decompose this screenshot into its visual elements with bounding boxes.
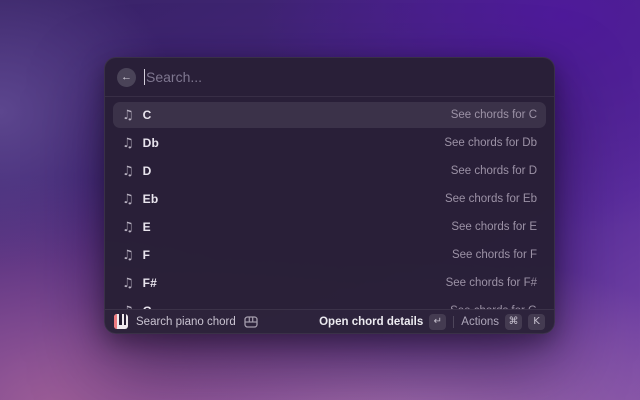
row-subtitle: See chords for F# bbox=[446, 277, 537, 289]
actions-label: Actions bbox=[461, 316, 499, 328]
list-item[interactable]: ♫ F See chords for F bbox=[113, 242, 546, 268]
list-item[interactable]: ♫ D See chords for D bbox=[113, 158, 546, 184]
music-note-icon: ♫ bbox=[122, 193, 134, 206]
music-note-icon: ♫ bbox=[122, 137, 134, 150]
list-item[interactable]: ♫ C See chords for C bbox=[113, 102, 546, 128]
footer: Search piano chord Open chord details ↵ … bbox=[105, 309, 554, 333]
piano-icon bbox=[244, 316, 258, 328]
list-item[interactable]: ♫ Eb See chords for Eb bbox=[113, 186, 546, 212]
list-item[interactable]: ♫ G See chords for G bbox=[113, 298, 546, 309]
music-note-icon: ♫ bbox=[122, 109, 134, 122]
note-name: F# bbox=[143, 276, 157, 290]
row-subtitle: See chords for D bbox=[451, 165, 537, 177]
row-subtitle: See chords for C bbox=[451, 109, 537, 121]
search-header: ← bbox=[105, 58, 554, 97]
text-caret bbox=[144, 69, 145, 85]
footer-divider bbox=[453, 316, 454, 328]
list-item[interactable]: ♫ E See chords for E bbox=[113, 214, 546, 240]
music-note-icon: ♫ bbox=[122, 221, 134, 234]
extension-logo-icon bbox=[114, 314, 128, 329]
music-note-icon: ♫ bbox=[122, 277, 134, 290]
enter-key-icon: ↵ bbox=[429, 314, 446, 330]
row-subtitle: See chords for F bbox=[452, 249, 537, 261]
list-item[interactable]: ♫ Db See chords for Db bbox=[113, 130, 546, 156]
note-name: E bbox=[143, 220, 151, 234]
note-name: Eb bbox=[143, 192, 159, 206]
note-name: F bbox=[143, 248, 151, 262]
list-item[interactable]: ♫ F# See chords for F# bbox=[113, 270, 546, 296]
chord-list: ♫ C See chords for C ♫ Db See chords for… bbox=[105, 97, 554, 309]
search-input[interactable] bbox=[146, 69, 542, 85]
command-name-label: Search piano chord bbox=[136, 316, 236, 328]
row-subtitle: See chords for E bbox=[451, 221, 537, 233]
row-subtitle: See chords for Eb bbox=[445, 193, 537, 205]
music-note-icon: ♫ bbox=[122, 165, 134, 178]
command-palette-window: ← ♫ C See chords for C ♫ Db See chords f… bbox=[104, 57, 555, 334]
primary-action-button[interactable]: Open chord details ↵ bbox=[319, 314, 446, 330]
k-key-icon: K bbox=[528, 314, 545, 330]
cmd-key-icon: ⌘ bbox=[505, 314, 522, 330]
actions-button[interactable]: Actions ⌘ K bbox=[461, 314, 545, 330]
back-button[interactable]: ← bbox=[117, 68, 136, 87]
note-name: D bbox=[143, 164, 152, 178]
music-note-icon: ♫ bbox=[122, 249, 134, 262]
note-name: Db bbox=[143, 136, 159, 150]
primary-action-label: Open chord details bbox=[319, 316, 423, 328]
note-name: C bbox=[143, 108, 152, 122]
row-subtitle: See chords for Db bbox=[444, 137, 537, 149]
